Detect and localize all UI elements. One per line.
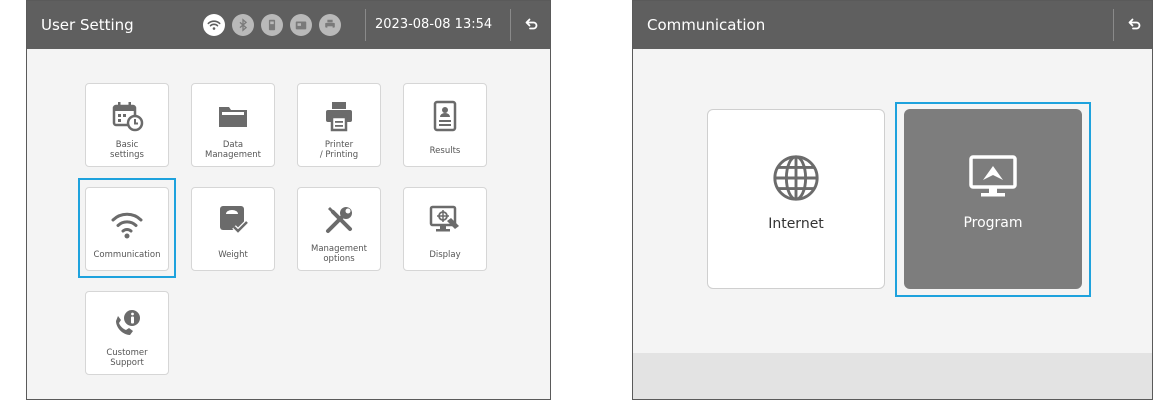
header: User Setting 2023-08-08 13:54 [27, 1, 550, 49]
tools-icon [319, 200, 359, 240]
option-label: Internet [768, 216, 824, 232]
tile-basic-settings[interactable]: Basic settings [85, 83, 169, 167]
tile-label: Weight [218, 250, 248, 260]
back-arrow-icon [1128, 18, 1141, 30]
tile-display[interactable]: Display [403, 187, 487, 271]
monitor-icon [425, 200, 465, 240]
phone-info-icon [107, 304, 147, 344]
footer-area [633, 353, 1152, 399]
datetime: 2023-08-08 13:54 [375, 17, 493, 32]
tile-label: Data Management [205, 140, 261, 160]
wifi-icon [107, 204, 147, 244]
header-divider [365, 9, 366, 41]
back-button[interactable] [1114, 1, 1152, 49]
report-icon [425, 96, 465, 136]
option-label: Program [963, 215, 1023, 231]
tile-management-options[interactable]: Management options [297, 187, 381, 271]
tile-label: Customer Support [106, 348, 148, 368]
back-arrow-icon [525, 18, 538, 30]
tile-label: Printer / Printing [319, 140, 359, 160]
wifi-status-icon [203, 14, 225, 36]
printer-status-icon [319, 14, 341, 36]
tile-label: Communication [93, 250, 161, 260]
page-title: Communication [647, 16, 766, 34]
scale-icon [213, 200, 253, 240]
folder-icon [213, 96, 253, 136]
tile-label: Results [429, 146, 461, 156]
communication-screen: Communication Internet Program [632, 0, 1153, 400]
card-status-icon [290, 14, 312, 36]
tile-data-management[interactable]: Data Management [191, 83, 275, 167]
tile-printer-printing[interactable]: Printer / Printing [297, 83, 381, 167]
program-option-button[interactable]: Program [904, 109, 1082, 289]
tile-communication[interactable]: Communication [85, 187, 169, 271]
status-bar [203, 1, 341, 49]
tile-weight[interactable]: Weight [191, 187, 275, 271]
tile-results[interactable]: Results [403, 83, 487, 167]
monitor-program-icon [963, 151, 1023, 203]
internet-option-button[interactable]: Internet [707, 109, 885, 289]
user-setting-screen: User Setting 2023-08-08 13:54 Basic sett… [26, 0, 551, 400]
tile-label: Display [429, 250, 461, 260]
globe-icon [766, 152, 826, 204]
bluetooth-status-icon [232, 14, 254, 36]
calendar-clock-icon [107, 96, 147, 136]
header: Communication [633, 1, 1152, 49]
tile-label: Basic settings [110, 140, 144, 160]
device-status-icon [261, 14, 283, 36]
page-title: User Setting [41, 16, 134, 34]
tile-customer-support[interactable]: Customer Support [85, 291, 169, 375]
back-button[interactable] [511, 1, 550, 49]
tile-label: Management options [311, 244, 367, 264]
printer-icon [319, 96, 359, 136]
